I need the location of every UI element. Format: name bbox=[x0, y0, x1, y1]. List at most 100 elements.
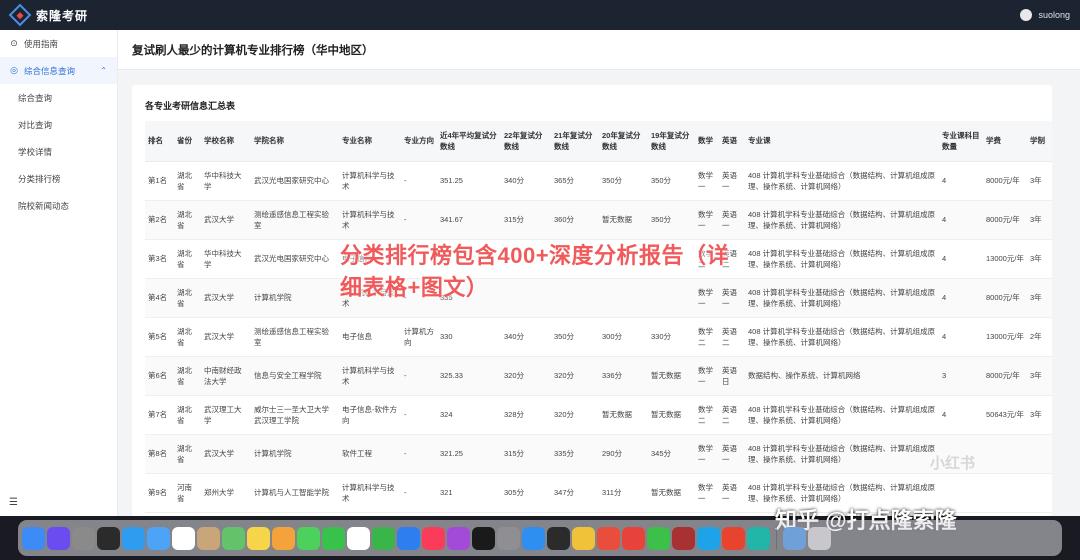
webstorm-icon[interactable] bbox=[697, 526, 720, 550]
logo-icon[interactable] bbox=[8, 3, 32, 27]
wps-icon[interactable] bbox=[622, 526, 645, 550]
table-cell: 数学一 bbox=[695, 356, 719, 396]
table-cell: 第4名 bbox=[145, 278, 174, 318]
column-header: 学制 bbox=[1027, 121, 1052, 162]
terminal-icon[interactable] bbox=[97, 526, 120, 550]
table-cell: 350分 bbox=[551, 317, 599, 357]
table-cell: 数学一 bbox=[695, 200, 719, 240]
sidebar-item-school-news[interactable]: 院校新闻动态 bbox=[0, 192, 117, 219]
column-header: 专业课 bbox=[745, 121, 939, 162]
table-cell: 英语二 bbox=[719, 317, 745, 357]
table-cell: 320分 bbox=[501, 356, 551, 396]
table-cell: 英语一 bbox=[719, 473, 745, 513]
sidebar-item-label: 使用指南 bbox=[24, 38, 59, 49]
table-cell: 408 计算机学科专业基础综合（数据结构、计算机组成原理、操作系统、计算机网络） bbox=[745, 317, 939, 357]
table-row[interactable]: 第5名 湖北省 武汉大学 测绘遥感信息工程实验室 电子信息 计算机方向 330 340分 350… bbox=[145, 317, 1052, 357]
table-cell: 3 bbox=[939, 356, 983, 396]
table-cell: 英语一 bbox=[719, 434, 745, 474]
contacts-icon[interactable] bbox=[197, 526, 220, 550]
sidebar-item-school-detail[interactable]: 学校详情 bbox=[0, 138, 117, 165]
table-row[interactable]: 第7名 湖北省 武汉理工大学 威尔士三一圣大卫大学武汉理工学院 电子信息-软件方向 -32… bbox=[145, 395, 1052, 435]
table-cell: 软件工程 bbox=[339, 434, 401, 474]
table-header-row: 排名 省份 学校名称 学院名称 专业名称 专业方向 近4年平均复试分数线 22年复试分数线 21… bbox=[145, 121, 1052, 162]
system-settings-icon[interactable] bbox=[497, 526, 520, 550]
table-cell: 408 计算机学科专业基础综合（数据结构、计算机组成原理、操作系统、计算机网络） bbox=[745, 200, 939, 240]
sidebar-group-info-query[interactable]: ◎ 综合信息查询 ⌃ bbox=[0, 57, 117, 84]
table-cell: 328分 bbox=[501, 395, 551, 435]
chatgpt-icon[interactable] bbox=[547, 526, 570, 550]
table-cell: 2年 bbox=[1027, 317, 1052, 357]
mail-icon[interactable] bbox=[147, 526, 170, 550]
search-icon: ◎ bbox=[10, 65, 18, 75]
preview-icon[interactable] bbox=[783, 526, 806, 550]
help-circle-icon: ⊙ bbox=[10, 38, 18, 48]
table-row[interactable]: 第2名 湖北省 武汉大学 测绘遥感信息工程实验室 计算机科学与技术 -341.67 315分… bbox=[145, 200, 1052, 240]
table-cell: 340分 bbox=[501, 161, 551, 201]
table-cell: 321.25 bbox=[437, 434, 501, 474]
table-cell: 第1名 bbox=[145, 161, 174, 201]
sidebar-item-ranking[interactable]: 分类排行榜 bbox=[0, 165, 117, 192]
table-cell: - bbox=[401, 200, 437, 240]
messages-icon[interactable] bbox=[297, 526, 320, 550]
table-cell: 324 bbox=[437, 395, 501, 435]
table-cell: 336分 bbox=[599, 356, 648, 396]
datagrip-icon[interactable] bbox=[747, 526, 770, 550]
wechat-icon[interactable] bbox=[647, 526, 670, 550]
keynote-icon[interactable] bbox=[397, 526, 420, 550]
table-cell: 武汉理工大学 bbox=[201, 395, 251, 435]
table-row[interactable]: 第1名 湖北省 华中科技大学 武汉光电国家研究中心 计算机科学与技术 -351.25 340… bbox=[145, 161, 1052, 201]
tv-icon[interactable] bbox=[472, 526, 495, 550]
table-cell: 英语日 bbox=[719, 356, 745, 396]
safari-icon[interactable] bbox=[122, 526, 145, 550]
chevron-up-icon[interactable]: ⌃ bbox=[100, 66, 107, 75]
sidebar-item-compare-query[interactable]: 对比查询 bbox=[0, 111, 117, 138]
table-cell: 暂无数据 bbox=[599, 395, 648, 435]
app-store-icon[interactable] bbox=[522, 526, 545, 550]
table-cell: 3年 bbox=[1027, 356, 1052, 396]
table-cell: 数学二 bbox=[695, 317, 719, 357]
numbers-icon[interactable] bbox=[372, 526, 395, 550]
dock-separator bbox=[776, 526, 777, 550]
reminders-icon[interactable] bbox=[347, 526, 370, 550]
sidebar-item-general-query[interactable]: 综合查询 bbox=[0, 84, 117, 111]
table-cell: 测绘遥感信息工程实验室 bbox=[251, 200, 339, 240]
table-cell: 数学二 bbox=[695, 395, 719, 435]
intellij-icon[interactable] bbox=[722, 526, 745, 550]
dictionary-icon[interactable] bbox=[672, 526, 695, 550]
table-cell: 315分 bbox=[501, 200, 551, 240]
watermark-small: 小红书 bbox=[930, 455, 976, 472]
notes-icon[interactable] bbox=[247, 526, 270, 550]
photos-icon[interactable] bbox=[272, 526, 295, 550]
sidebar-item-label: 院校新闻动态 bbox=[18, 200, 70, 211]
table-row[interactable]: 第8名 湖北省 武汉大学 计算机学院 软件工程 -321.25 315分 335分 290分 34… bbox=[145, 434, 1052, 474]
table-cell: 4 bbox=[939, 395, 983, 435]
calendar-icon[interactable] bbox=[172, 526, 195, 550]
maps-icon[interactable] bbox=[222, 526, 245, 550]
table-row[interactable]: 第6名 湖北省 中南财经政法大学 信息与安全工程学院 计算机科学与技术 -325.33 32… bbox=[145, 356, 1052, 396]
table-cell: 300分 bbox=[599, 317, 648, 357]
column-header: 专业课科目数量 bbox=[939, 121, 983, 162]
table-cell: 第3名 bbox=[145, 239, 174, 279]
table-cell: 数据结构、操作系统、计算机网络 bbox=[745, 356, 939, 396]
user-name: suolong bbox=[1038, 10, 1070, 20]
finder-icon[interactable] bbox=[22, 526, 45, 550]
sidebar-item-guide[interactable]: ⊙ 使用指南 bbox=[0, 30, 117, 57]
chrome-icon[interactable] bbox=[572, 526, 595, 550]
podcasts-icon[interactable] bbox=[447, 526, 470, 550]
table-cell: 8000元/年 bbox=[983, 200, 1027, 240]
table-cell: 4 bbox=[939, 317, 983, 357]
table-cell: 320分 bbox=[551, 356, 599, 396]
siri-icon[interactable] bbox=[47, 526, 70, 550]
menu-icon[interactable]: ☰ bbox=[9, 497, 18, 508]
table-cell: 计算机学院 bbox=[251, 434, 339, 474]
trash-icon[interactable] bbox=[808, 526, 831, 550]
brand-name[interactable]: 索隆考研 bbox=[36, 7, 88, 24]
avatar[interactable] bbox=[1020, 9, 1033, 21]
table-cell: 第5名 bbox=[145, 317, 174, 357]
xmind-icon[interactable] bbox=[597, 526, 620, 550]
music-icon[interactable] bbox=[422, 526, 445, 550]
facetime-icon[interactable] bbox=[322, 526, 345, 550]
page-title: 复试刷人最少的计算机专业排行榜（华中地区） bbox=[118, 30, 1080, 70]
launchpad-icon[interactable] bbox=[72, 526, 95, 550]
user-menu[interactable]: suolong bbox=[1020, 9, 1070, 21]
